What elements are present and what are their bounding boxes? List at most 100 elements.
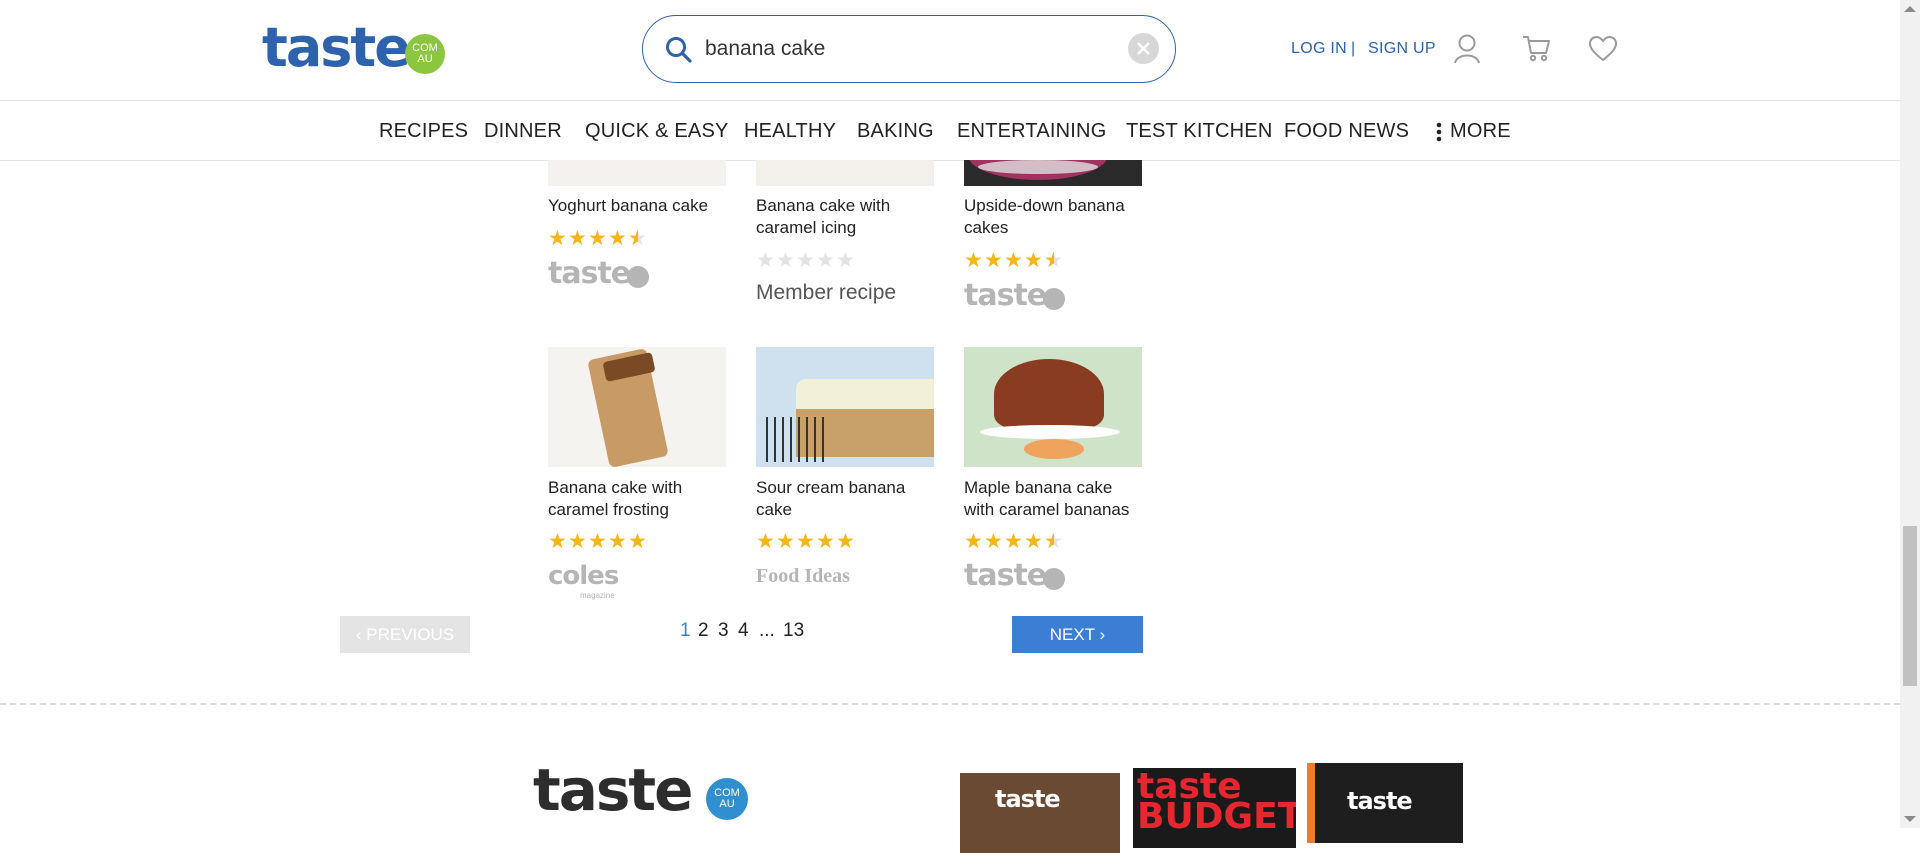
star-icon: ★ [548,227,567,250]
source-logo-badge [1043,288,1065,310]
star-icon: ★ [588,227,607,250]
recipe-title[interactable]: Banana cake with caramel icing [756,195,936,239]
source-logo-food-ideas: Food Ideas [756,565,850,587]
nav-item-recipes[interactable]: RECIPES [379,120,468,143]
star-rating: ★★★★★ [756,250,856,272]
source-logo-text: taste [964,558,1047,593]
recipe-image[interactable] [756,160,934,186]
recipe-title[interactable]: Maple banana cake with caramel bananas [964,477,1144,521]
recipe-image-detail [980,425,1120,439]
star-rating: ★★★★★ [964,530,1064,554]
clear-icon[interactable] [1128,33,1159,64]
nav-item-healthy[interactable]: HEALTHY [744,120,836,143]
star-rating: ★★★★★ [964,249,1064,273]
heart-icon[interactable] [1588,35,1618,67]
recipe-image-detail [796,379,934,409]
star-icon: ★ [796,530,815,553]
user-icon[interactable] [1453,33,1481,70]
scrollbar-thumb[interactable] [1903,526,1917,686]
star-icon: ★ [628,228,648,251]
source-logo-badge [1043,568,1065,590]
recipe-title[interactable]: Upside-down banana cakes [964,195,1144,239]
recipe-image[interactable] [964,347,1142,467]
recipe-image-detail [1024,439,1084,459]
star-icon: ★ [568,227,587,250]
star-icon: ★ [1004,530,1023,553]
nav-item-food-news[interactable]: FOOD NEWS [1284,120,1409,143]
star-icon: ★ [1024,530,1043,553]
nav-item-entertaining[interactable]: ENTERTAINING [957,120,1106,143]
login-link[interactable]: LOG IN [1291,40,1347,58]
star-icon: ★ [964,530,983,553]
recipe-source: Member recipe [756,281,897,304]
star-icon: ★ [836,249,855,272]
signup-link[interactable]: SIGN UP [1368,40,1436,58]
source-logo-text: coles [548,561,619,591]
nav-item-baking[interactable]: BAKING [857,120,934,143]
star-icon: ★ [608,530,627,553]
page-4[interactable]: 4 [738,620,749,642]
magazine-cover[interactable]: taste [960,773,1120,853]
recipe-image-detail [994,359,1104,429]
recipe-image[interactable] [548,347,726,467]
chevron-left-icon: ‹ [355,625,367,644]
magazine-title: taste [995,785,1061,813]
logo-badge-au: AU [417,53,433,65]
logo-badge: COM AU [405,34,445,74]
recipe-image[interactable] [548,160,726,186]
star-icon: ★ [1004,249,1023,272]
star-icon: ★ [756,249,775,272]
chevron-right-icon: › [1094,625,1106,644]
page-ellipsis: ... [759,620,775,641]
nav-item-test-kitchen[interactable]: TEST KITCHEN [1126,120,1273,143]
recipe-title[interactable]: Yoghurt banana cake [548,195,728,217]
scroll-up-arrow[interactable] [1904,6,1916,12]
star-rating: ★★★★★ [756,531,856,553]
next-label: NEXT [1049,625,1095,644]
recipe-image-detail [978,160,1098,174]
source-logo-text: taste [548,256,631,291]
source-logo-subtext: magazine [580,591,615,600]
recipe-title[interactable]: Sour cream banana cake [756,477,936,521]
star-icon: ★ [608,227,627,250]
scroll-down-arrow[interactable] [1904,816,1916,822]
star-icon: ★ [548,530,567,553]
site-logo[interactable]: taste COM AU [262,16,447,79]
page-3[interactable]: 3 [718,620,729,642]
footer-logo[interactable]: taste COM AU [533,756,753,828]
search-input[interactable] [705,34,1085,64]
magazine-cover[interactable]: taste BUDGET [1133,768,1296,848]
recipe-title[interactable]: Banana cake with caramel frosting [548,477,728,521]
star-icon: ★ [756,530,775,553]
scrollbar-track[interactable] [1900,0,1920,828]
previous-label: PREVIOUS [366,625,455,644]
previous-button[interactable]: ‹ PREVIOUS [340,616,470,653]
footer-logo-wordmark: taste [533,756,693,824]
magazine-cover[interactable]: taste [1307,763,1463,843]
star-icon: ★ [836,530,855,553]
page-2[interactable]: 2 [698,620,709,642]
star-icon: ★ [568,530,587,553]
nav-item-quick-easy[interactable]: QUICK & EASY [585,120,729,143]
logo-wordmark: taste [262,16,411,79]
search-icon[interactable] [665,36,693,69]
nav-item-dinner[interactable]: DINNER [484,120,562,143]
star-icon: ★ [588,530,607,553]
more-label: MORE [1450,120,1511,142]
page-13[interactable]: 13 [783,620,804,642]
cart-icon[interactable] [1521,33,1551,68]
star-icon: ★ [984,249,1003,272]
footer-logo-badge-au: AU [719,798,735,810]
star-icon: ★ [776,530,795,553]
star-icon: ★ [776,249,795,272]
site-header: taste COM AU LOG IN | SIGN UP [0,0,1900,101]
page-1[interactable]: 1 [680,620,691,642]
star-icon: ★ [1024,249,1043,272]
next-button[interactable]: NEXT › [1012,616,1143,653]
recipe-image[interactable] [964,160,1142,186]
star-icon: ★ [1044,250,1064,273]
source-logo-badge [627,266,649,288]
search-box[interactable] [642,15,1176,83]
star-icon: ★ [796,249,815,272]
recipe-image[interactable] [756,347,934,467]
